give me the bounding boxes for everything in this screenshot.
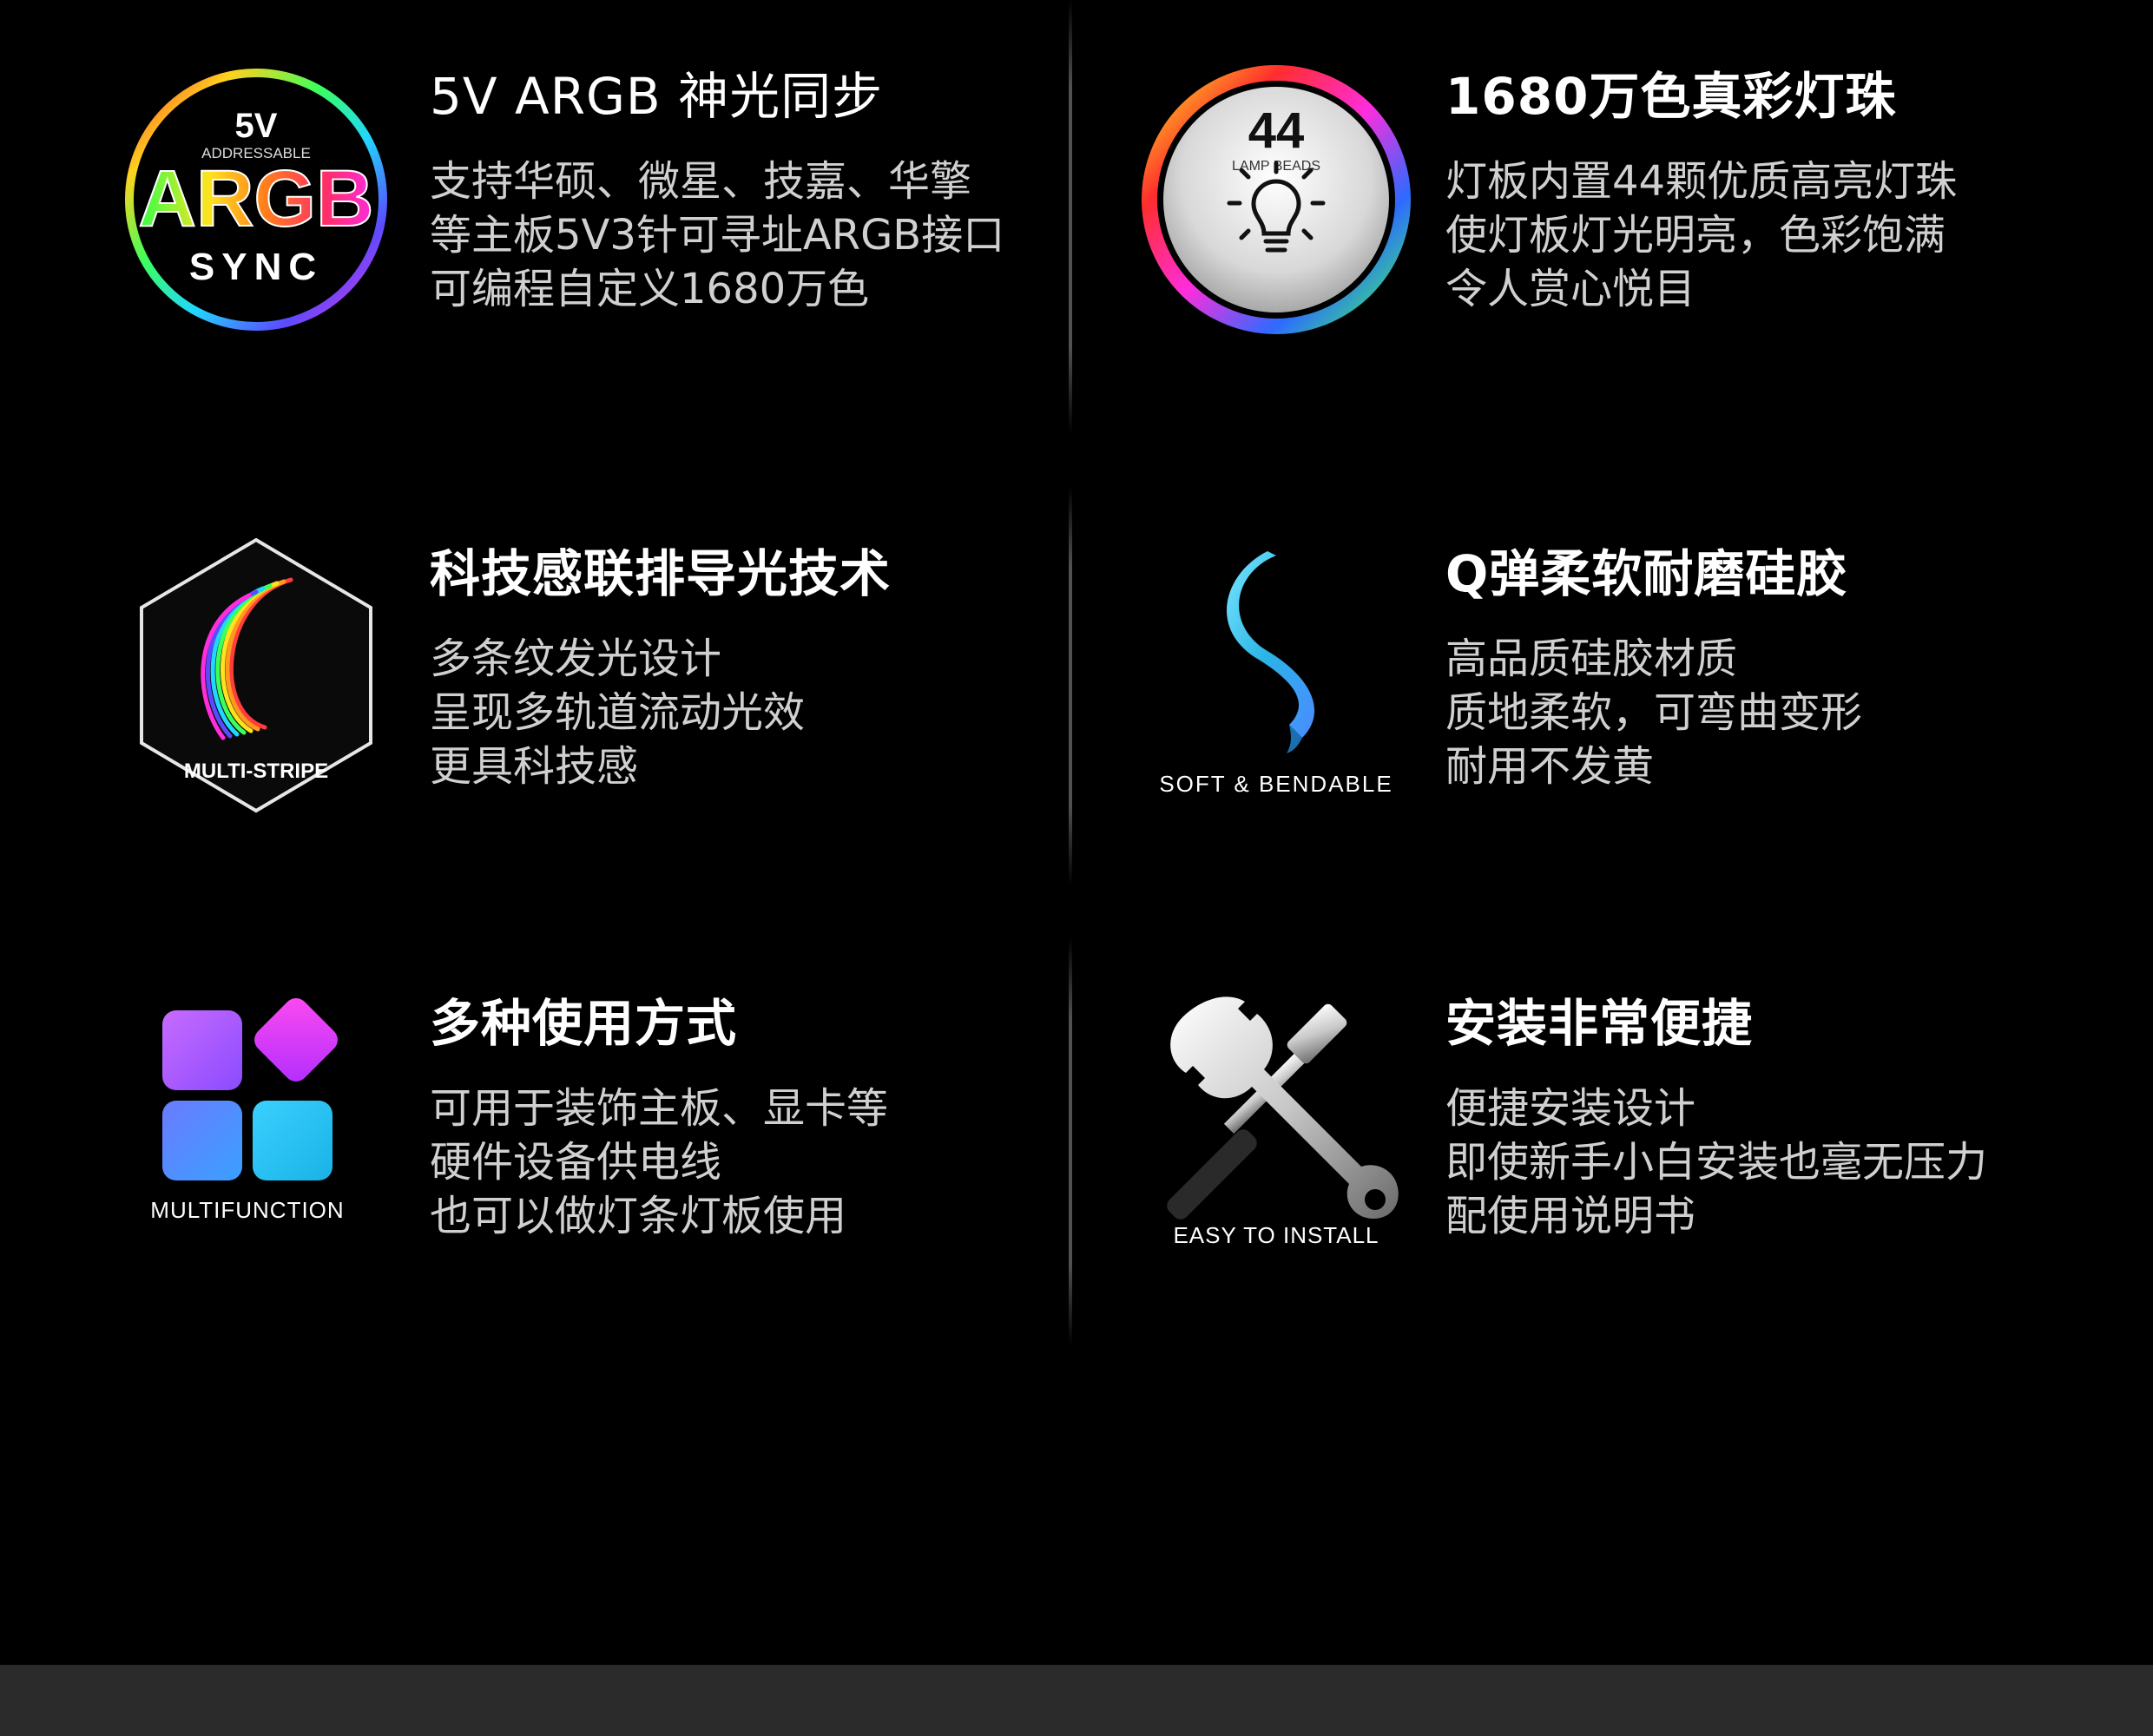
bottom-bar (0, 1665, 2153, 1736)
multifunction-caption: MULTIFUNCTION (150, 1197, 344, 1223)
feature-line: 多条纹发光设计 (430, 635, 722, 683)
feature-line: 支持华硕、微星、技嘉、华擎 (430, 157, 972, 206)
multifunction-tiles-icon: MULTIFUNCTION (117, 988, 412, 1283)
feature-line: 质地柔软，可弯曲变形 (1445, 688, 1863, 737)
feature-line: 呈现多轨道流动光效 (430, 688, 806, 737)
feature-title: Q弹柔软耐磨硅胶 (1445, 544, 1848, 603)
feature-line: 也可以做灯条灯板使用 (430, 1192, 847, 1240)
feature-line: 灯板内置44颗优质高亮灯珠 (1445, 157, 1958, 206)
feature-line: 便捷安装设计 (1445, 1084, 1696, 1133)
feature-line: 硬件设备供电线 (430, 1138, 722, 1187)
feature-line: 配使用说明书 (1445, 1192, 1696, 1240)
easy-install-caption: EASY TO INSTALL (1173, 1222, 1379, 1248)
feature-line: 即使新手小白安装也毫无压力 (1445, 1138, 1988, 1187)
feature-showcase-page: 5V ADDRESSABLE ARGB SYNC 5V ARGB 神光同步 支持… (0, 0, 2153, 1736)
feature-line: 令人赏心悦目 (1445, 265, 1696, 313)
multi-stripe-hexagon-icon: MULTI-STRIPE (117, 538, 412, 833)
feature-title: 5V ARGB 神光同步 (430, 67, 884, 126)
lamp-badge-number: 44 (1248, 102, 1305, 159)
feature-title: 多种使用方式 (430, 994, 738, 1053)
wrench-screwdriver-icon: EASY TO INSTALL (1137, 988, 1432, 1283)
soft-bendable-ribbon-icon: SOFT & BENDABLE (1137, 538, 1432, 833)
feature-multi-stripe: MULTI-STRIPE 科技感联排导光技术 多条纹发光设计 呈现多轨道流动光效… (117, 538, 1116, 937)
multi-stripe-caption: MULTI-STRIPE (184, 760, 328, 783)
feature-line: 使灯板灯光明亮，色彩饱满 (1445, 211, 1946, 260)
lamp-beads-badge-icon: 44 LAMP BEADS (1137, 61, 1432, 356)
feature-line: 高品质硅胶材质 (1445, 635, 1738, 683)
feature-multifunction: MULTIFUNCTION 多种使用方式 可用于装饰主板、显卡等 硬件设备供电线… (117, 988, 1116, 1387)
feature-line: 更具科技感 (430, 742, 639, 791)
feature-title: 科技感联排导光技术 (430, 544, 892, 603)
feature-argb-sync: 5V ADDRESSABLE ARGB SYNC 5V ARGB 神光同步 支持… (117, 61, 1116, 460)
feature-line: 等主板5V3针可寻址ARGB接口 (430, 211, 1005, 260)
feature-soft-bendable: SOFT & BENDABLE Q弹柔软耐磨硅胶 高品质硅胶材质 质地柔软，可弯… (1137, 538, 2136, 937)
argb-badge-main: ARGB (139, 155, 374, 243)
feature-line: 可用于装饰主板、显卡等 (430, 1084, 889, 1133)
soft-bendable-caption: SOFT & BENDABLE (1159, 771, 1393, 797)
feature-line: 耐用不发黄 (1445, 742, 1655, 791)
argb-badge-bottom: SYNC (189, 246, 323, 288)
argb-badge-top: 5V (235, 107, 278, 145)
feature-lamp-beads: 44 LAMP BEADS 1680万色真彩灯珠 灯板内置44颗优质高亮灯珠 使… (1137, 61, 2136, 460)
argb-sync-badge-icon: 5V ADDRESSABLE ARGB SYNC (117, 61, 412, 356)
feature-title: 安装非常便捷 (1445, 994, 1754, 1053)
feature-line: 可编程自定义1680万色 (430, 265, 870, 313)
feature-easy-install: EASY TO INSTALL 安装非常便捷 便捷安装设计 即使新手小白安装也毫… (1137, 988, 2136, 1387)
feature-title: 1680万色真彩灯珠 (1445, 67, 1897, 126)
